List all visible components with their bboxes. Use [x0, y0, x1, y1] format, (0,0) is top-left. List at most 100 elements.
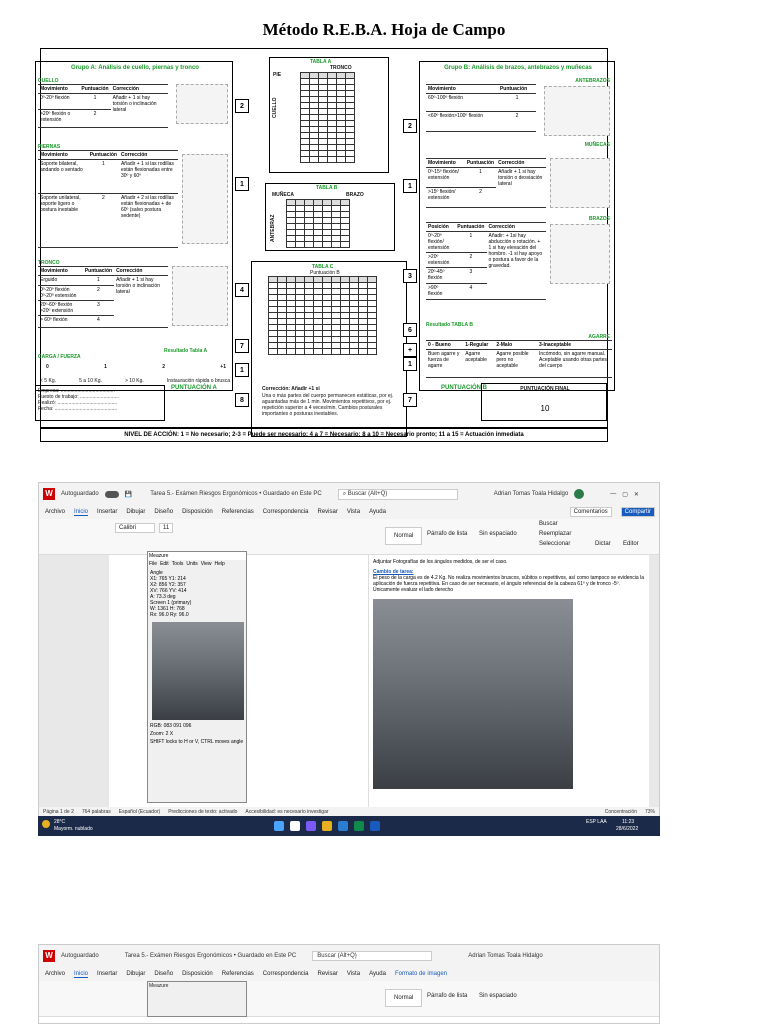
word-icon[interactable]: [370, 821, 380, 831]
carga-val: 1: [104, 364, 107, 370]
teams-icon[interactable]: [306, 821, 316, 831]
style-list[interactable]: Párrafo de lista: [427, 993, 467, 999]
grid-cell: [286, 241, 296, 248]
menu-file[interactable]: File: [149, 561, 157, 567]
comments-button[interactable]: Comentarios: [569, 507, 612, 517]
menu-help[interactable]: Help: [215, 561, 225, 567]
menu-units[interactable]: Units: [186, 561, 197, 567]
res-x: 96.0: [158, 612, 169, 618]
search-placeholder: Buscar (Alt+Q): [317, 953, 357, 959]
search-box[interactable]: Buscar (Alt+Q): [312, 951, 433, 961]
tab-ayuda[interactable]: Ayuda: [369, 509, 386, 515]
status-page[interactable]: Página 1 de 2: [43, 809, 74, 815]
style-list[interactable]: Párrafo de lista: [427, 531, 467, 537]
tab-diseno[interactable]: Diseño: [154, 971, 173, 977]
share-button[interactable]: Compartir: [620, 507, 655, 517]
status-zoom[interactable]: 73%: [645, 809, 655, 815]
font-select[interactable]: Calibri: [115, 523, 155, 533]
clock-time[interactable]: 11:23: [622, 819, 634, 825]
tab-dibujar[interactable]: Dibujar: [126, 971, 145, 977]
cell: 1: [79, 93, 111, 110]
tab-revisar[interactable]: Revisar: [317, 971, 337, 977]
grid-cell: [295, 241, 305, 248]
close-icon[interactable]: ✕: [634, 491, 639, 498]
doc-title: Tarea 5.- Exámen Riesgos Ergonómicos • G…: [124, 953, 297, 959]
grupo-b-header: Grupo B: Análisis de brazos, antebrazos …: [444, 65, 592, 71]
carga-desc-item: Instauración rápida o brusca: [166, 378, 230, 384]
tab-insertar[interactable]: Insertar: [97, 971, 117, 977]
tab-formato-imagen[interactable]: Formato de imagen: [395, 971, 447, 977]
status-access[interactable]: Accesibilidad: es necesario investigar: [245, 809, 328, 815]
cell: 2: [82, 285, 115, 301]
editor-button[interactable]: Editor: [623, 541, 639, 547]
score-agarre: 1: [403, 357, 417, 371]
tab-referencias[interactable]: Referencias: [222, 971, 254, 977]
menu-view[interactable]: View: [201, 561, 212, 567]
cell: 20º-45º flexión: [426, 267, 456, 284]
tab-revisar[interactable]: Revisar: [317, 509, 337, 515]
tab-vista[interactable]: Vista: [347, 971, 360, 977]
search-icon[interactable]: [290, 821, 300, 831]
avatar[interactable]: [574, 489, 585, 499]
explorer-icon[interactable]: [322, 821, 332, 831]
select-button[interactable]: Seleccionar: [539, 541, 570, 547]
taskbar: 28°C Mayorm. nublado ESP LAA 11:23 28/6/…: [38, 816, 660, 836]
maximize-icon[interactable]: ▢: [622, 491, 628, 498]
tab-referencias[interactable]: Referencias: [222, 509, 254, 515]
worker-photo[interactable]: [373, 599, 573, 789]
tab-inicio[interactable]: Inicio: [74, 509, 89, 516]
tab-dibujar[interactable]: Dibujar: [126, 509, 145, 515]
clock-date[interactable]: 28/6/2022: [616, 826, 638, 832]
magnifier-view: [152, 622, 244, 720]
tab-correspondencia[interactable]: Correspondencia: [263, 509, 309, 515]
status-words[interactable]: 764 palabras: [82, 809, 111, 815]
cell: Añadir + 1 si las rodillas están flexion…: [118, 159, 178, 194]
reba-sheet: Grupo A: Análisis de cuello, piernas y t…: [35, 48, 615, 437]
menu-tools[interactable]: Tools: [172, 561, 184, 567]
score-res-b: 6: [403, 323, 417, 337]
tabla-a: TABLA A PIE TRONCO CUELLO: [269, 57, 389, 173]
tab-disposicion[interactable]: Disposición: [182, 509, 213, 515]
tab-archivo[interactable]: Archivo: [45, 509, 65, 515]
search-box[interactable]: ⌕ Buscar (Alt+Q): [337, 488, 458, 500]
cell: Incómodo, sin agarre manual. Aceptable u…: [537, 349, 612, 378]
dictate-button[interactable]: Dictar: [595, 541, 611, 547]
status-predict[interactable]: Predicciones de texto: activado: [168, 809, 237, 815]
font-size-select[interactable]: 11: [159, 523, 174, 533]
tab-disposicion[interactable]: Disposición: [182, 971, 213, 977]
find-button[interactable]: Buscar: [539, 521, 558, 527]
grid-cell: [295, 348, 305, 355]
autosave-toggle[interactable]: [104, 490, 119, 498]
col-header: Corrección: [114, 266, 168, 276]
minimize-icon[interactable]: —: [610, 491, 616, 497]
edge-icon[interactable]: [338, 821, 348, 831]
cell: 0º-20º flexión: [38, 93, 80, 110]
chrome-icon[interactable]: [354, 821, 364, 831]
word-window-2: W Autoguardado Tarea 5.- Exámen Riesgos …: [38, 944, 660, 1024]
style-normal[interactable]: Normal: [385, 527, 423, 545]
col-header: 0 - Bueno: [426, 340, 464, 350]
tab-correspondencia[interactable]: Correspondencia: [263, 971, 309, 977]
replace-button[interactable]: Reemplazar: [539, 531, 571, 537]
tab-diseno[interactable]: Diseño: [154, 509, 173, 515]
tab-inicio[interactable]: Inicio: [74, 971, 89, 978]
status-lang[interactable]: Español (Ecuador): [119, 809, 160, 815]
tab-insertar[interactable]: Insertar: [97, 509, 117, 515]
save-icon[interactable]: 💾: [125, 491, 132, 498]
cell: > 60º flexión: [38, 315, 83, 328]
tab-archivo[interactable]: Archivo: [45, 971, 65, 977]
tabla-b-antebrazo: ANTEBRAZ: [270, 214, 276, 243]
menu-edit[interactable]: Edit: [160, 561, 169, 567]
yv-value[interactable]: 414: [178, 588, 186, 594]
zoom-value[interactable]: 2 X: [166, 731, 174, 737]
style-nospace[interactable]: Sin espaciado: [479, 993, 517, 999]
style-normal[interactable]: Normal: [385, 989, 423, 1007]
tab-vista[interactable]: Vista: [347, 509, 360, 515]
grid-cell: [268, 348, 278, 355]
status-focus[interactable]: Concentración: [605, 809, 637, 815]
tab-ayuda[interactable]: Ayuda: [369, 971, 386, 977]
style-nospace[interactable]: Sin espaciado: [479, 531, 517, 537]
cell: Buen agarre y fuerza de agarre: [426, 349, 464, 378]
lang-indicator[interactable]: ESP LAA: [586, 819, 607, 825]
start-icon[interactable]: [274, 821, 284, 831]
